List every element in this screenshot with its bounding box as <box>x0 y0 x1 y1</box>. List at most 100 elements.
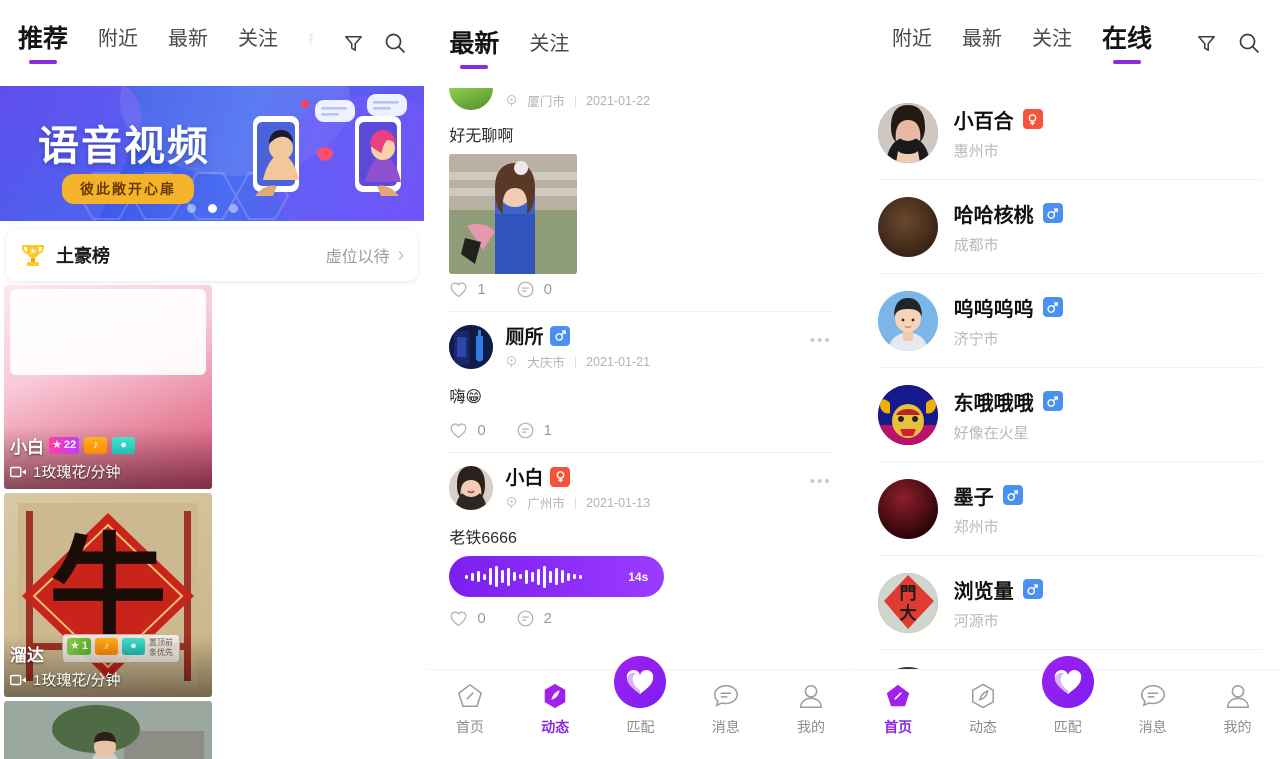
search-icon[interactable] <box>378 26 412 60</box>
banner-dots[interactable] <box>0 204 424 213</box>
tab-overflow[interactable]: 排 <box>308 33 314 54</box>
post-image[interactable] <box>449 154 578 274</box>
moments-feed[interactable]: 厦门市 | 2021-01-22 好无聊啊 1 0 厕所 大庆市 | 2021-… <box>427 78 853 680</box>
live-card[interactable]: 安安呀 ★22 ♪ ● 200玫瑰花/分钟 <box>4 701 212 759</box>
list-item[interactable]: 小百合 惠州市 <box>856 86 1280 179</box>
nav-item-profile[interactable]: 我的 <box>768 680 853 737</box>
tab-following[interactable]: 关注 <box>238 29 278 57</box>
like-action[interactable]: 0 <box>449 421 486 440</box>
more-icon[interactable]: ••• <box>810 473 832 490</box>
post-city: 广州市 <box>527 497 565 511</box>
tab-online[interactable]: 在线 <box>1102 26 1152 60</box>
avatar[interactable]: 門 大 <box>877 572 938 633</box>
banner-dot-3[interactable] <box>229 204 238 213</box>
leaderboard-title: 土豪榜 <box>56 246 110 266</box>
avatar[interactable] <box>449 465 494 510</box>
avatar[interactable] <box>877 102 938 163</box>
nav-item-moments[interactable]: 动态 <box>513 680 598 737</box>
tab-nearby-label: 附近 <box>891 28 932 50</box>
location-pin-icon <box>507 94 517 107</box>
feed-post[interactable]: 小白 广州市 | 2021-01-13 ••• 老铁6666 14s 0 2 <box>427 453 853 640</box>
nav-label: 匹配 <box>1053 719 1082 735</box>
gender-badge-male <box>550 325 571 346</box>
list-item[interactable]: 墨子 郑州市 <box>856 462 1280 555</box>
price-label: 1玫瑰花/分钟 <box>33 672 121 689</box>
banner-cta-pill[interactable]: 彼此敞开心扉 <box>62 174 194 204</box>
tab-newest-label: 最新 <box>449 29 500 58</box>
avatar[interactable] <box>877 290 938 351</box>
live-card[interactable]: 小白 ★ 22 ♪ ● 1玫瑰花/分钟 <box>4 285 212 489</box>
nav-item-home[interactable]: 首页 <box>427 680 512 737</box>
gender-badge-female <box>1022 109 1043 129</box>
post-actions: 0 2 <box>449 603 831 640</box>
tab-newest[interactable]: 最新 <box>168 29 208 57</box>
banner-dot-1[interactable] <box>187 204 196 213</box>
svg-text:門: 門 <box>899 584 916 604</box>
post-author[interactable]: 厕所 <box>505 322 650 349</box>
user-name: 呜呜呜呜 <box>953 298 1034 321</box>
tab-nearby[interactable]: 附近 <box>892 29 932 57</box>
nav-item-match[interactable]: 匹配 <box>1025 656 1110 737</box>
post-meta: 厦门市 | 2021-01-22 <box>505 91 650 110</box>
list-item[interactable]: 門 大 浏览量 河源市 <box>856 556 1280 649</box>
post-city: 大庆市 <box>527 356 565 370</box>
gender-badge-male <box>1022 579 1043 599</box>
feed-post[interactable]: 厕所 大庆市 | 2021-01-21 ••• 嗨😁 0 1 <box>427 312 853 452</box>
live-card[interactable]: 牛 ★1 ♪ ● 置顶前条优先 溜达 1玫瑰花/分钟 <box>4 493 212 697</box>
trophy-icon <box>22 245 44 266</box>
thumbnail-art <box>4 701 212 759</box>
male-symbol-icon <box>1047 301 1058 313</box>
comment-action[interactable]: 1 <box>516 421 552 440</box>
user-name-row: 小百合 <box>954 105 1043 134</box>
search-icon[interactable] <box>1232 26 1266 60</box>
user-city: 河源市 <box>953 612 999 630</box>
avatar[interactable] <box>877 478 938 539</box>
like-action[interactable]: 1 <box>449 280 486 299</box>
tab-newest[interactable]: 最新 <box>449 29 500 65</box>
like-action[interactable]: 0 <box>449 609 486 628</box>
filter-icon[interactable] <box>336 26 370 60</box>
nav-label: 我的 <box>1223 719 1252 735</box>
avatar-art <box>449 324 494 369</box>
feed-post[interactable]: 厦门市 | 2021-01-22 好无聊啊 1 0 <box>427 78 853 311</box>
filter-icon[interactable] <box>1190 26 1224 60</box>
location-pin-icon <box>507 355 517 368</box>
avatar-art <box>877 290 938 351</box>
avatar[interactable] <box>449 324 494 369</box>
post-author[interactable]: 小白 <box>505 463 650 490</box>
nav-item-message[interactable]: 消息 <box>1110 680 1195 737</box>
tab-recommend[interactable]: 推荐 <box>18 26 68 60</box>
nav-item-profile[interactable]: 我的 <box>1195 680 1280 737</box>
promo-banner[interactable]: 语音视频 彼此敞开心扉 <box>0 86 425 221</box>
user-name: 东哦哦哦 <box>953 392 1034 415</box>
avatar[interactable] <box>877 384 938 445</box>
match-icon[interactable] <box>1041 656 1094 708</box>
nav-item-moments[interactable]: 动态 <box>941 680 1026 737</box>
nav-item-message[interactable]: 消息 <box>683 680 768 737</box>
user-name-row: 哈哈核桃 <box>954 199 1063 228</box>
leaderboard-status[interactable]: 虚位以待 › <box>326 243 405 267</box>
list-item[interactable]: 哈哈核桃 成都市 <box>856 180 1280 273</box>
voice-message-player[interactable]: 14s <box>449 556 665 597</box>
tab-following[interactable]: 关注 <box>1032 29 1072 57</box>
nav-label: 动态 <box>541 719 570 735</box>
nav-item-match[interactable]: 匹配 <box>598 656 683 737</box>
post-image-art <box>449 154 578 274</box>
online-user-list[interactable]: 小百合 惠州市 哈哈核桃 成都市 呜呜呜呜 济宁市 东哦哦哦 好像在火星 墨子 … <box>856 86 1280 680</box>
more-icon[interactable]: ••• <box>810 332 832 349</box>
tab-following[interactable]: 关注 <box>529 34 569 62</box>
nav-item-home[interactable]: 首页 <box>856 680 941 737</box>
comment-icon <box>517 281 534 298</box>
banner-dot-2[interactable] <box>208 204 217 213</box>
tab-newest[interactable]: 最新 <box>962 29 1002 57</box>
rich-leaderboard-entry[interactable]: 土豪榜 虚位以待 › <box>6 229 419 281</box>
comment-action[interactable]: 2 <box>516 609 552 628</box>
voice-duration: 14s <box>628 569 649 584</box>
list-item[interactable]: 东哦哦哦 好像在火星 <box>856 368 1280 461</box>
match-icon[interactable] <box>614 656 667 708</box>
avatar[interactable] <box>449 88 494 110</box>
list-item[interactable]: 呜呜呜呜 济宁市 <box>856 274 1280 367</box>
avatar[interactable] <box>877 196 938 257</box>
tab-nearby[interactable]: 附近 <box>98 29 138 57</box>
comment-action[interactable]: 0 <box>516 280 552 299</box>
